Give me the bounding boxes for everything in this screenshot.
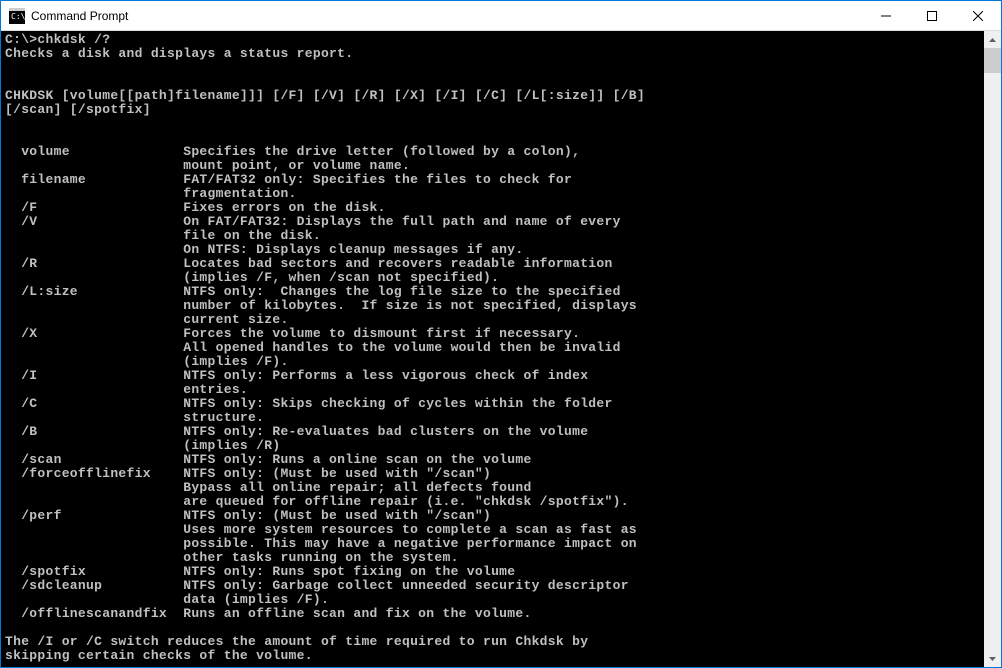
minimize-button[interactable]: [863, 1, 909, 31]
cmd-icon: C:\: [9, 8, 25, 24]
window-controls: [863, 1, 1001, 30]
console-output[interactable]: C:\>chkdsk /? Checks a disk and displays…: [1, 31, 984, 667]
vertical-scrollbar[interactable]: [984, 31, 1001, 667]
window-title: Command Prompt: [31, 9, 863, 23]
close-button[interactable]: [955, 1, 1001, 31]
titlebar[interactable]: C:\ Command Prompt: [1, 1, 1001, 31]
scroll-thumb[interactable]: [984, 48, 1001, 73]
scroll-track[interactable]: [984, 48, 1001, 650]
scroll-down-arrow[interactable]: [984, 650, 1001, 667]
scroll-up-arrow[interactable]: [984, 31, 1001, 48]
maximize-button[interactable]: [909, 1, 955, 31]
svg-text:C:\: C:\: [11, 12, 25, 21]
